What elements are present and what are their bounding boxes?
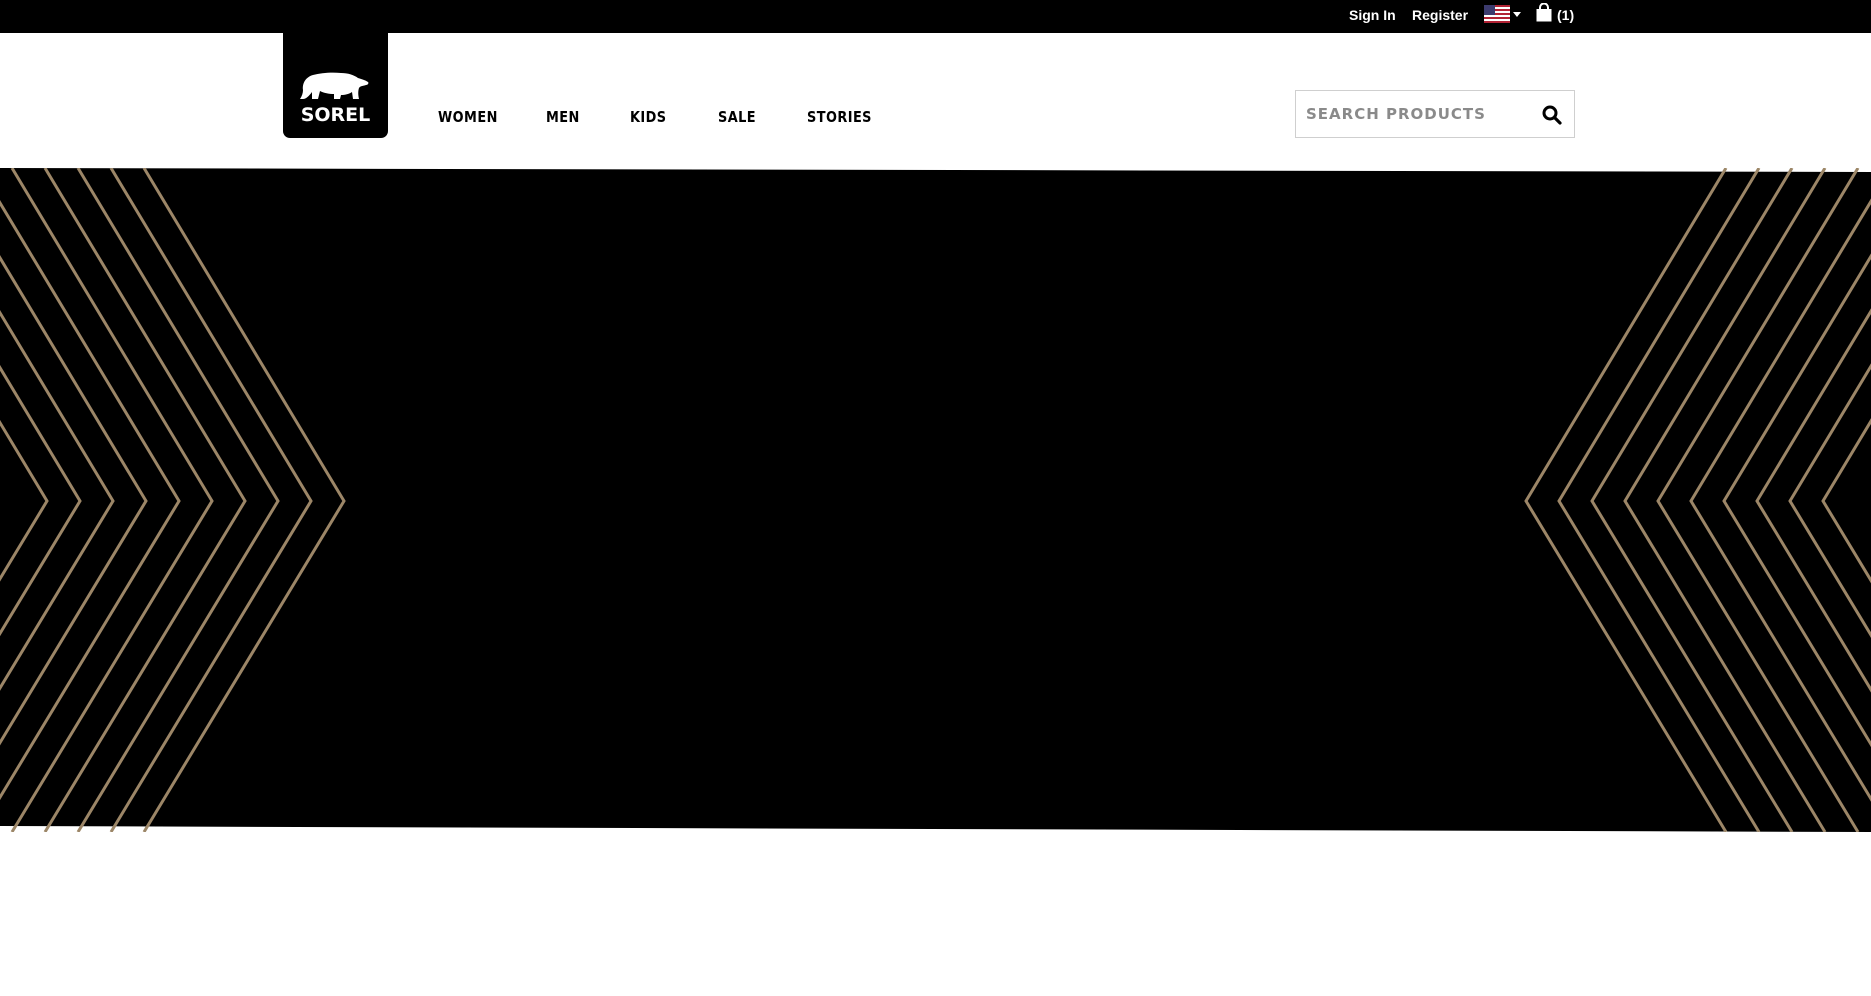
search-icon: [1542, 105, 1562, 125]
hero-chevron-graphic: [0, 168, 1871, 832]
search-input[interactable]: [1306, 91, 1531, 137]
search-button[interactable]: [1541, 104, 1563, 126]
chevron-down-icon: [1513, 12, 1521, 17]
nav-men[interactable]: MEN: [546, 108, 580, 126]
nav-sale[interactable]: SALE: [718, 108, 756, 126]
register-link[interactable]: Register: [1412, 7, 1468, 23]
cart-count: (1): [1557, 7, 1575, 23]
polar-bear-icon: [300, 72, 369, 99]
sign-in-link[interactable]: Sign In: [1349, 7, 1396, 23]
utility-bar: Sign In Register (1): [0, 0, 1871, 33]
logo-wordmark: SOREL: [300, 104, 371, 126]
us-flag-icon: [1484, 5, 1510, 23]
locale-selector[interactable]: [1484, 5, 1524, 23]
nav-kids[interactable]: KIDS: [630, 108, 667, 126]
nav-women[interactable]: WOMEN: [438, 108, 498, 126]
nav-stories[interactable]: STORIES: [807, 108, 872, 126]
shopping-bag-icon: [1536, 3, 1552, 22]
sorel-logo[interactable]: SOREL: [283, 33, 388, 138]
search-box: [1295, 90, 1575, 138]
hero-banner: [0, 168, 1871, 832]
